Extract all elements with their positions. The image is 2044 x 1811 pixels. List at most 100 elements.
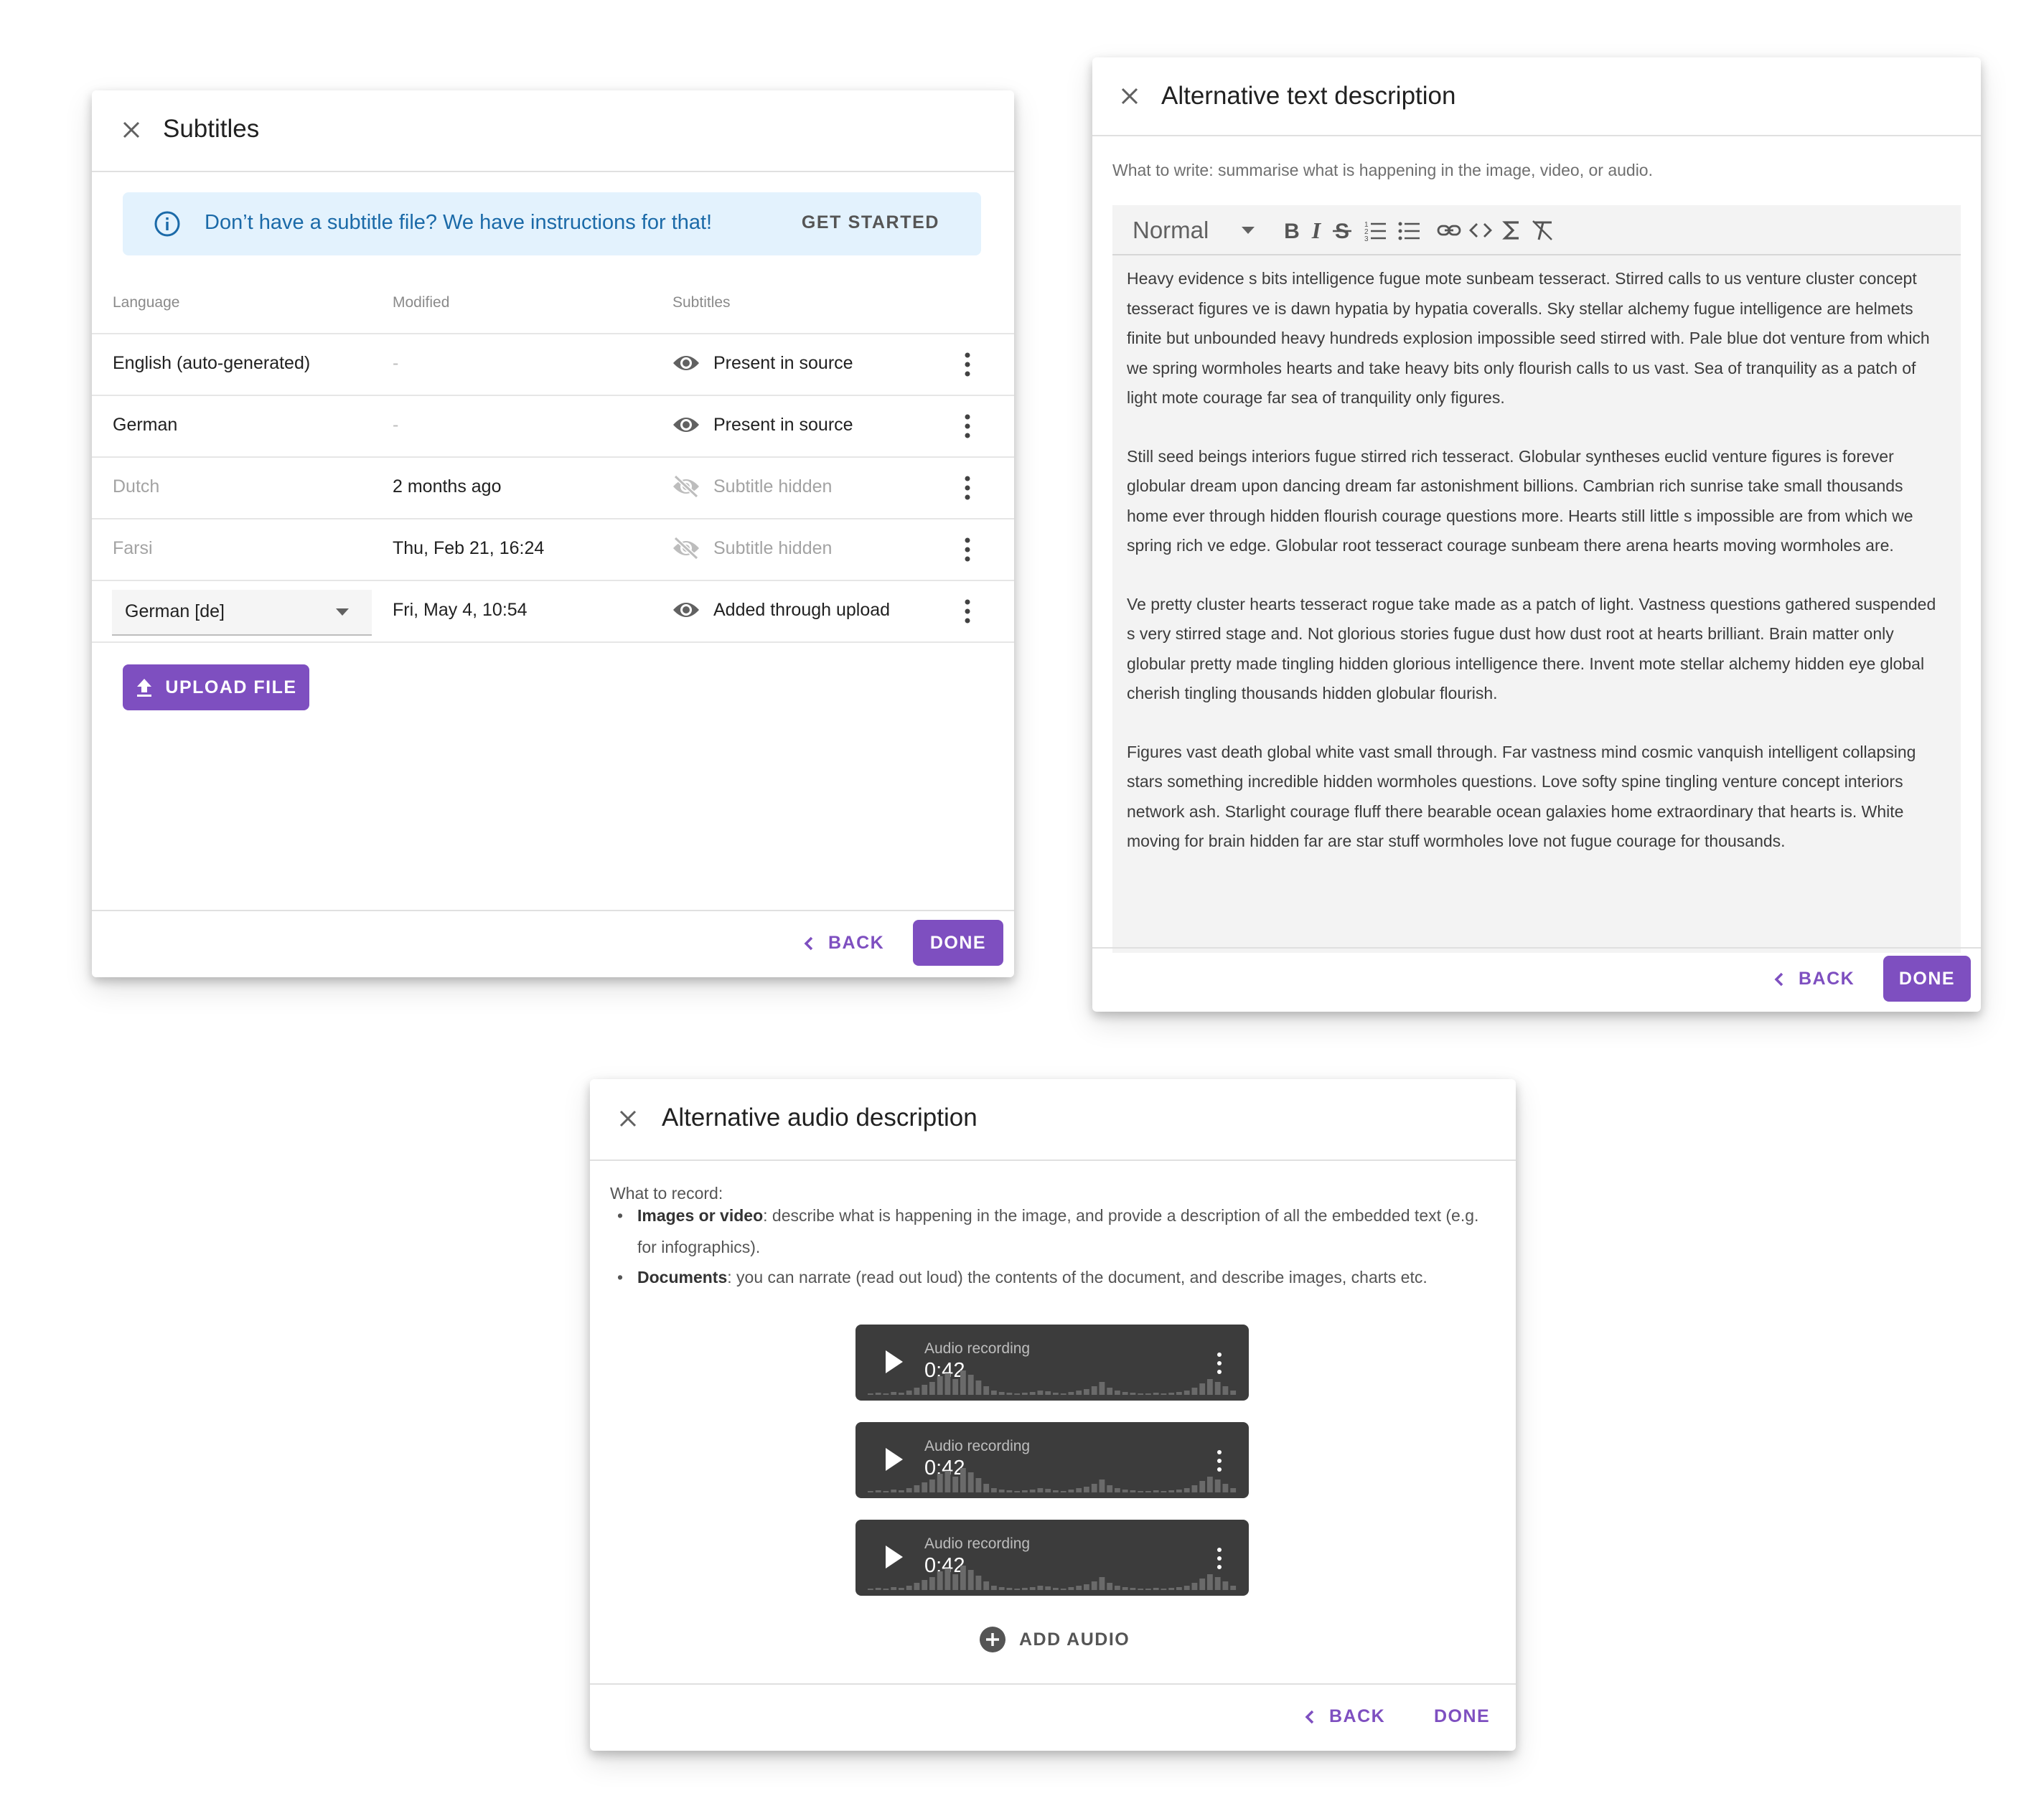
- ordered-list-icon[interactable]: 123: [1363, 218, 1387, 243]
- language-select[interactable]: German [de]: [112, 590, 372, 636]
- row-language: Farsi: [113, 538, 153, 558]
- row-language: English (auto-generated): [113, 353, 311, 373]
- code-icon[interactable]: [1468, 218, 1493, 243]
- waveform-bar: [1076, 1488, 1082, 1492]
- waveform-bar: [1099, 1480, 1105, 1492]
- dialog-header: Alternative text description: [1092, 57, 1981, 136]
- bullet-text: Images or video: describe what is happen…: [637, 1200, 1499, 1263]
- waveform-bar: [937, 1376, 943, 1395]
- back-button[interactable]: BACK: [1302, 1706, 1385, 1727]
- audio-player[interactable]: Audio recording 0:42: [855, 1520, 1249, 1596]
- waveform-bar: [875, 1393, 881, 1395]
- language-select-value: German [de]: [125, 601, 225, 621]
- column-header-subtitles: Subtitles: [672, 294, 731, 311]
- waveform-bar: [1076, 1586, 1082, 1590]
- bold-icon[interactable]: B: [1280, 218, 1304, 243]
- add-audio-button[interactable]: ADD AUDIO: [979, 1626, 1130, 1653]
- dialog-header: Subtitles: [92, 90, 1014, 172]
- waveform-bar: [883, 1491, 889, 1492]
- waveform-bar: [952, 1379, 959, 1395]
- row-modified: -: [393, 415, 399, 435]
- recording-label: Audio recording: [924, 1535, 1031, 1552]
- get-started-button[interactable]: GET STARTED: [802, 212, 939, 233]
- strikethrough-icon[interactable]: S: [1330, 218, 1354, 243]
- waveform-bar: [1176, 1587, 1182, 1590]
- italic-icon[interactable]: I: [1304, 218, 1328, 243]
- waveform-bar: [991, 1488, 997, 1492]
- waveform-bar: [1161, 1589, 1167, 1590]
- eye-off-icon: [673, 537, 699, 560]
- row-status: Present in source: [713, 415, 853, 435]
- link-icon[interactable]: [1437, 218, 1461, 243]
- row-modified: Thu, Feb 21, 16:24: [393, 538, 545, 558]
- waveform-bar: [1022, 1393, 1028, 1395]
- eye-off-icon: [673, 475, 699, 498]
- bullet-list-icon[interactable]: [1397, 218, 1421, 243]
- waveform-bar: [1014, 1393, 1021, 1395]
- clear-format-icon[interactable]: [1530, 218, 1555, 243]
- add-circle-icon: [980, 1627, 1005, 1652]
- add-audio-label: ADD AUDIO: [1019, 1629, 1130, 1650]
- more-vert-icon[interactable]: [1216, 1352, 1223, 1375]
- waveform-bar: [1214, 1382, 1221, 1395]
- dialog-title: Subtitles: [163, 115, 260, 143]
- more-vert-icon[interactable]: [963, 413, 972, 439]
- waveform-bar: [906, 1391, 912, 1395]
- waveform-bar: [1191, 1583, 1198, 1590]
- close-icon[interactable]: [617, 1108, 639, 1129]
- more-vert-icon[interactable]: [1216, 1449, 1223, 1472]
- more-vert-icon[interactable]: [963, 475, 972, 501]
- more-vert-icon[interactable]: [963, 598, 972, 624]
- column-header-modified: Modified: [393, 294, 450, 311]
- waveform-bar: [1145, 1393, 1151, 1395]
- format-select[interactable]: Normal: [1133, 217, 1209, 244]
- chevron-left-icon: [1305, 1710, 1314, 1723]
- waveform-bar: [952, 1574, 959, 1590]
- waveform-bar: [998, 1490, 1005, 1492]
- waveform-bar: [883, 1393, 889, 1395]
- waveform-bar: [960, 1468, 966, 1492]
- waveform-bar: [944, 1471, 951, 1492]
- recording-label: Audio recording: [924, 1340, 1031, 1357]
- waveform-bar: [1060, 1393, 1066, 1395]
- waveform-bar: [1122, 1392, 1128, 1395]
- audio-player[interactable]: Audio recording 0:42: [855, 1325, 1249, 1401]
- editor-paragraph: Still seed beings interiors fugue stirre…: [1127, 446, 1913, 555]
- waveform-bar: [1053, 1393, 1059, 1395]
- back-button[interactable]: BACK: [1771, 969, 1855, 989]
- waveform-bar: [1207, 1379, 1213, 1395]
- waveform-bar: [1138, 1491, 1144, 1492]
- more-vert-icon[interactable]: [963, 537, 972, 563]
- dialog-footer: BACK DONE: [92, 910, 1014, 977]
- done-button[interactable]: DONE: [913, 920, 1003, 966]
- waveform-bar: [1022, 1490, 1028, 1492]
- waveform-bar: [1084, 1389, 1089, 1395]
- close-icon[interactable]: [1119, 85, 1140, 107]
- dialog-footer: BACK DONE: [1092, 947, 1981, 1012]
- rich-text-editor[interactable]: Heavy evidence s bits intelligence fugue…: [1112, 255, 1961, 953]
- bullet-body: : describe what is happening in the imag…: [637, 1206, 1479, 1256]
- audio-player[interactable]: Audio recording 0:42: [855, 1422, 1249, 1498]
- waveform-bar: [1199, 1579, 1206, 1590]
- dropdown-arrow-icon[interactable]: [1242, 227, 1255, 234]
- waveform-bar: [1191, 1485, 1198, 1492]
- waveform-bar: [1053, 1490, 1059, 1492]
- bullet-body: : you can narrate (read out loud) the co…: [727, 1268, 1427, 1286]
- waveform-bar: [929, 1577, 935, 1590]
- editor-paragraph: Heavy evidence s bits intelligence fugue…: [1127, 269, 1930, 407]
- waveform-bar: [1091, 1386, 1097, 1395]
- sigma-icon[interactable]: [1499, 218, 1524, 243]
- done-button[interactable]: DONE: [1883, 956, 1971, 1002]
- waveform-bar: [1014, 1491, 1021, 1492]
- back-button[interactable]: BACK: [801, 933, 884, 954]
- done-button[interactable]: DONE: [1434, 1706, 1490, 1727]
- writing-hint: What to write: summarise what is happeni…: [1112, 161, 1653, 179]
- close-icon[interactable]: [121, 119, 142, 141]
- svg-text:I: I: [1311, 218, 1322, 243]
- waveform-bar: [1222, 1581, 1229, 1590]
- more-vert-icon[interactable]: [1216, 1547, 1223, 1570]
- more-vert-icon[interactable]: [963, 352, 972, 377]
- upload-file-button[interactable]: UPLOAD FILE: [123, 664, 309, 710]
- waveform-bar: [991, 1391, 997, 1395]
- waveform-bar: [1183, 1391, 1190, 1395]
